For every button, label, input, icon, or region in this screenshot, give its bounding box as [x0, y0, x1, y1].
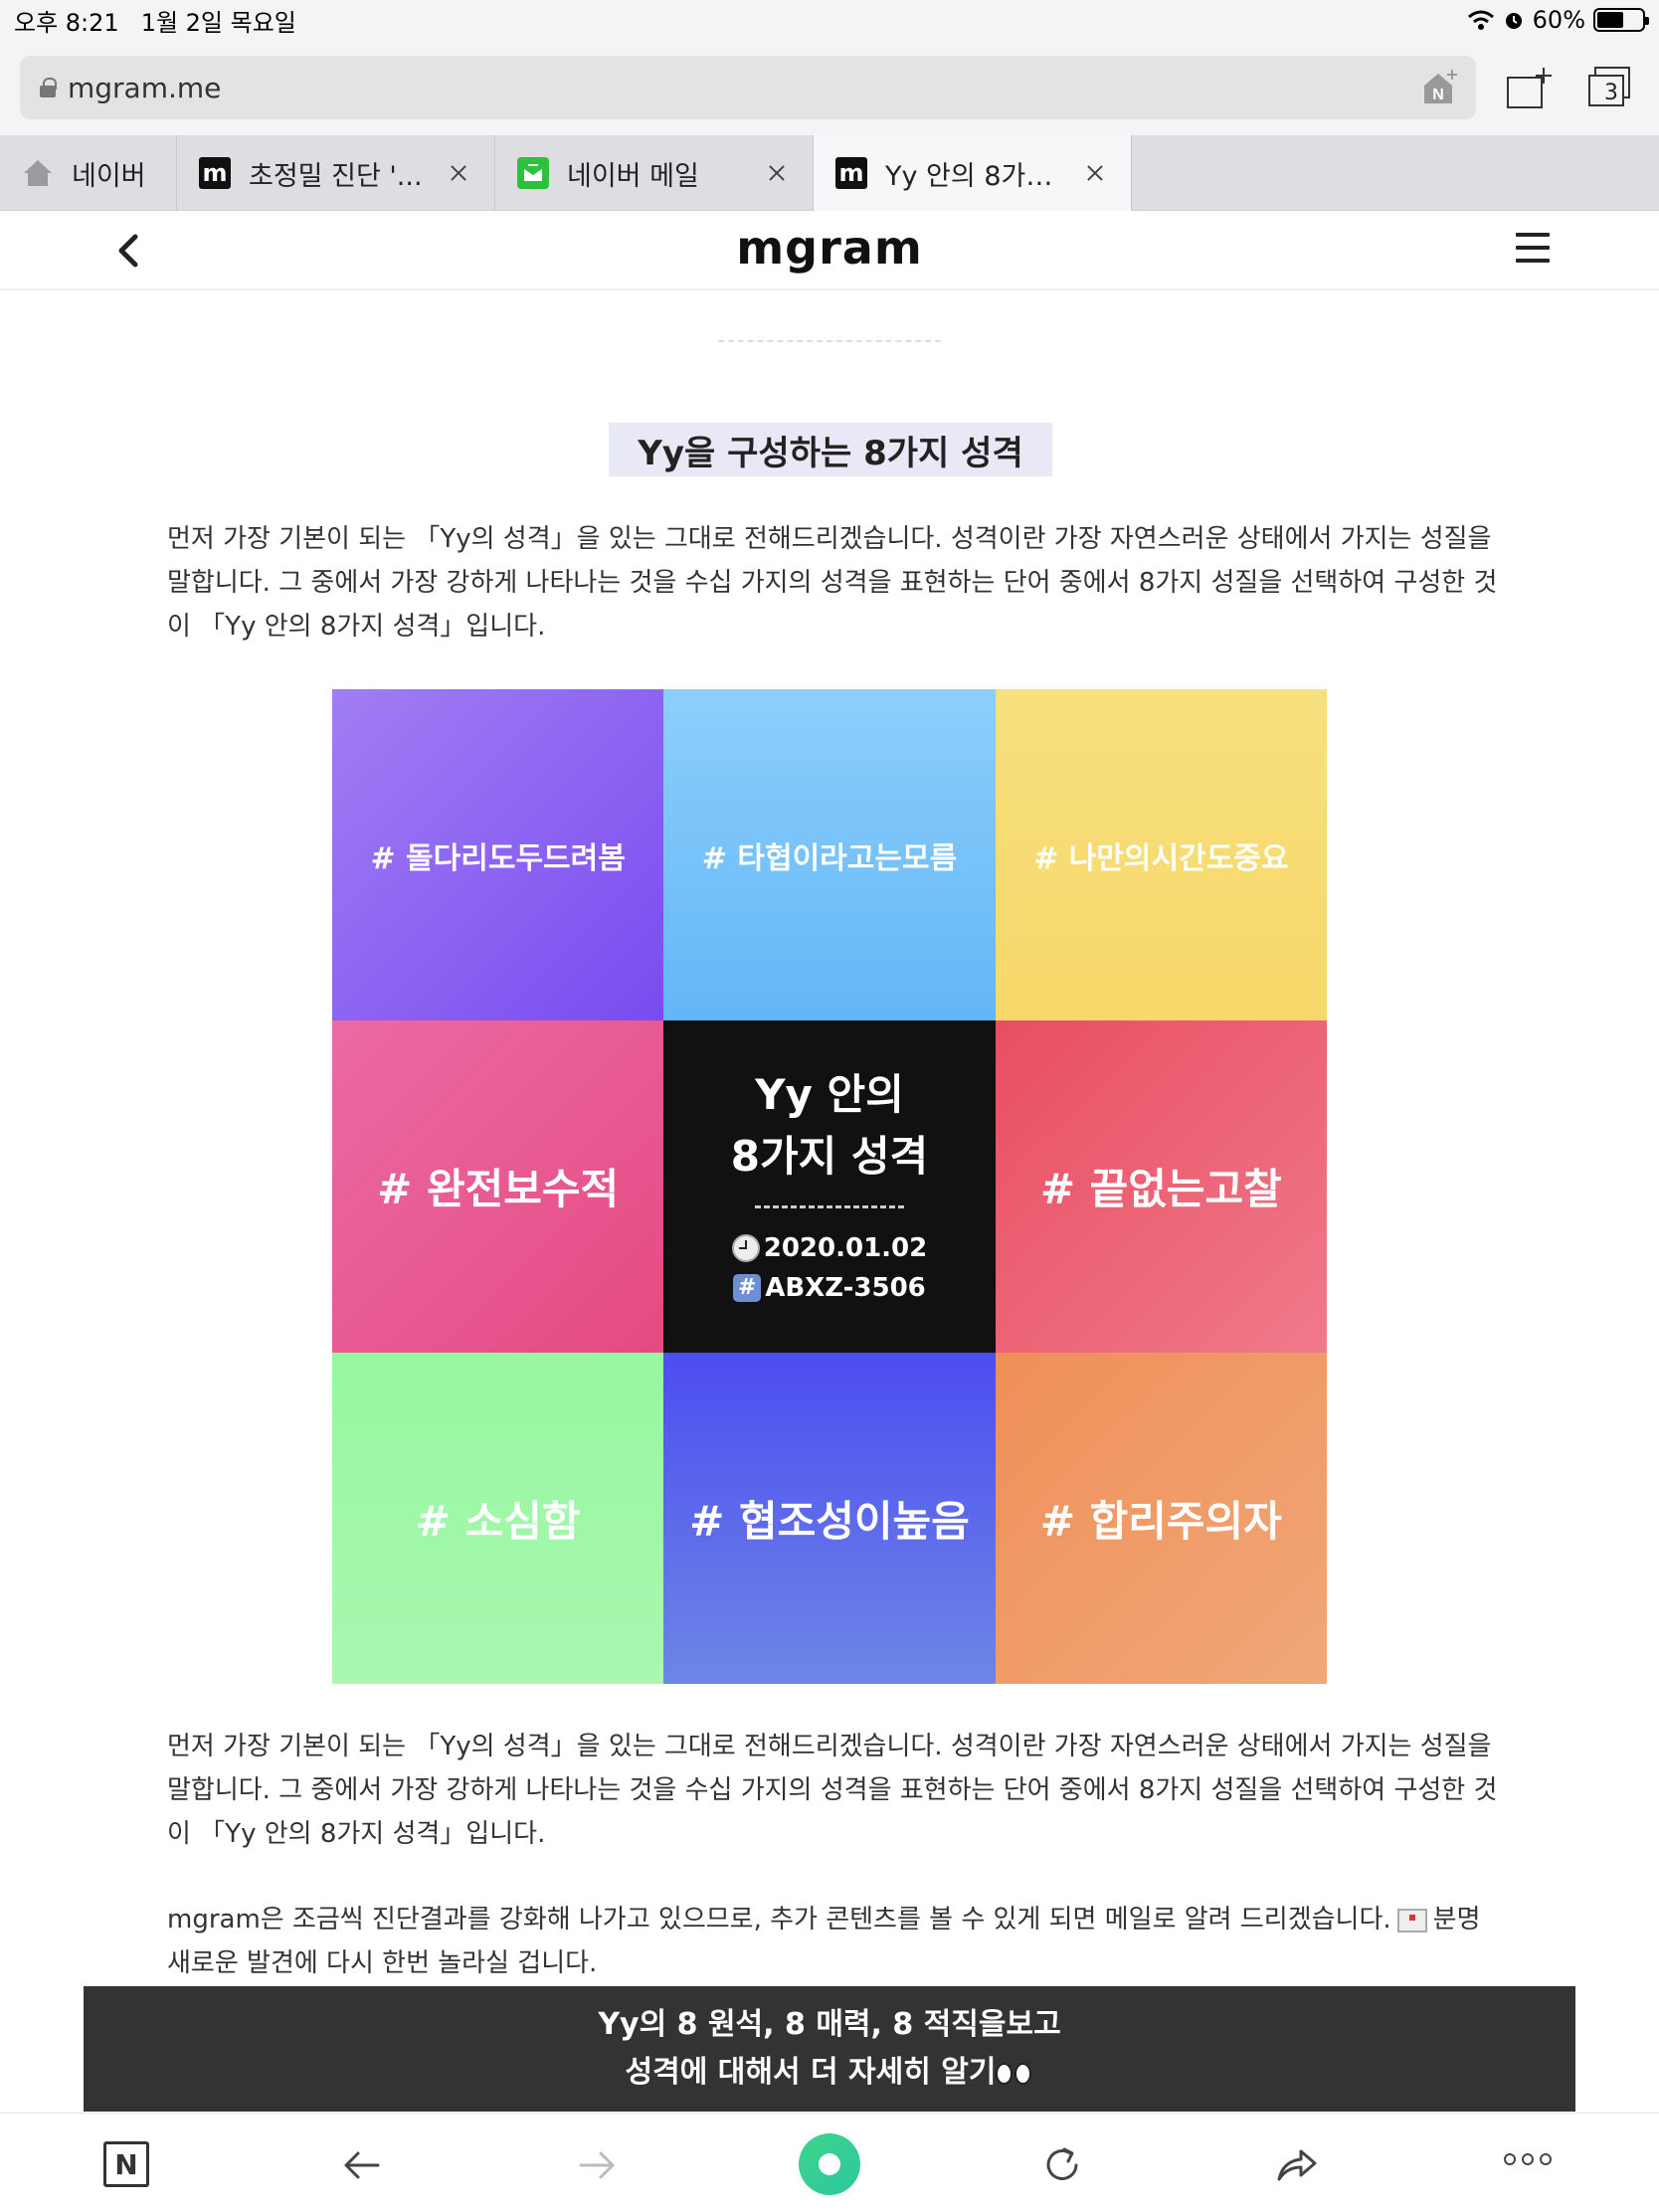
trait-cell: # 소심함	[332, 1352, 664, 1684]
trait-cell: # 끝없는고찰	[995, 1020, 1327, 1353]
section-title: Yy을 구성하는 8가지 성격	[609, 423, 1052, 476]
tab-label: 초정밀 진단 '...	[249, 160, 423, 192]
url-row: mgram.me N 3	[0, 40, 1659, 135]
tab-diagnosis[interactable]: m 초정밀 진단 '...	[177, 135, 495, 211]
status-bar: 오후 8:21 1월 2일 목요일 60%	[0, 0, 1659, 40]
close-icon[interactable]	[445, 159, 472, 187]
mail-icon	[517, 157, 549, 189]
center-divider	[754, 1205, 904, 1209]
cta-line1: Yy의 8 원석, 8 매력, 8 적직을보고	[598, 2007, 1061, 2042]
url-field[interactable]: mgram.me N	[20, 56, 1476, 119]
status-left: 오후 8:21 1월 2일 목요일	[14, 3, 296, 38]
trait-cell: # 돌다리도두드려봄	[332, 689, 664, 1021]
notice-paragraph: mgram은 조금씩 진단결과를 강화해 나가고 있으므로, 추가 콘텐츠를 볼…	[167, 1898, 1500, 1985]
more-icon[interactable]	[1504, 2153, 1552, 2165]
tab-bar: 네이버 m 초정밀 진단 '... 네이버 메일 m Yy 안의 8가…	[0, 135, 1659, 211]
green-dot-button[interactable]	[799, 2133, 860, 2195]
mgram-icon: m	[199, 157, 231, 189]
center-id-row: # ABXZ-3506	[733, 1268, 926, 1308]
tab-label: 네이버 메일	[567, 160, 699, 192]
center-title-line1: Yy 안의	[755, 1070, 904, 1120]
forward-arrow-icon[interactable]	[573, 2141, 621, 2189]
bottom-toolbar: N	[0, 2113, 1659, 2212]
center-id: ABXZ-3506	[765, 1273, 926, 1304]
trait-cell: # 협조성이높음	[663, 1352, 996, 1684]
trait-grid: # 돌다리도두드려봄 # 타협이라고는모름 # 나만의시간도중요 # 완전보수적…	[332, 689, 1327, 1684]
tab-current[interactable]: m Yy 안의 8가…	[814, 135, 1132, 211]
center-card: Yy 안의 8가지 성격 2020.01.02 # ABXZ-3506	[663, 1020, 996, 1353]
tab-naver[interactable]: 네이버	[0, 135, 177, 211]
cta-line2: 성격에 대해서 더 자세히 알기	[625, 2055, 997, 2090]
back-arrow-icon[interactable]	[338, 2141, 386, 2189]
eyes-icon	[996, 2062, 1033, 2085]
cta-line2-row: 성격에 대해서 더 자세히 알기	[626, 2049, 1034, 2097]
notice-text: mgram은 조금씩 진단결과를 강화해 나가고 있으므로, 추가 콘텐츠를 볼…	[167, 1905, 1391, 1935]
tab-naver-mail[interactable]: 네이버 메일	[495, 135, 814, 211]
intro-paragraph: 먼저 가장 기본이 되는 「Yy의 성격」을 있는 그대로 전해드리겠습니다. …	[167, 524, 1498, 642]
wifi-icon	[1467, 10, 1494, 30]
center-date: 2020.01.02	[763, 1233, 928, 1264]
site-header: mgram	[0, 211, 1659, 290]
lock-icon	[40, 78, 57, 97]
trait-cell: # 완전보수적	[332, 1020, 664, 1353]
trait-cell: # 나만의시간도중요	[995, 689, 1327, 1021]
trait-cell: # 합리주의자	[995, 1352, 1327, 1684]
envelope-icon	[1396, 1908, 1427, 1933]
tab-switcher-button[interactable]: 3	[1585, 66, 1633, 109]
status-right: 60%	[1467, 6, 1649, 34]
tab-count: 3	[1604, 81, 1618, 105]
tab-label: 네이버	[72, 160, 146, 192]
more-details-button[interactable]: Yy의 8 원석, 8 매력, 8 적직을보고 성격에 대해서 더 자세히 알기	[84, 1986, 1575, 2112]
url-text: mgram.me	[68, 71, 222, 104]
refresh-icon[interactable]	[1038, 2141, 1086, 2189]
share-icon[interactable]	[1273, 2141, 1321, 2189]
battery-fill	[1597, 12, 1624, 28]
battery-icon	[1593, 8, 1649, 32]
center-title-line2: 8가지 성격	[730, 1132, 929, 1182]
status-date: 1월 2일 목요일	[140, 8, 296, 37]
status-time: 오후 8:21	[14, 8, 119, 37]
svg-text:N: N	[1432, 87, 1444, 103]
close-icon[interactable]	[1081, 159, 1109, 187]
home-icon	[24, 160, 52, 186]
tab-label: Yy 안의 8가…	[885, 160, 1053, 192]
naver-home-button[interactable]: N	[103, 2141, 149, 2187]
divider	[718, 340, 941, 342]
menu-icon[interactable]	[1516, 233, 1550, 265]
mgram-icon: m	[835, 157, 867, 189]
center-date-row: 2020.01.02	[731, 1228, 928, 1268]
close-icon[interactable]	[763, 159, 791, 187]
alarm-icon	[1505, 13, 1522, 29]
trait-cell: # 타협이라고는모름	[663, 689, 996, 1021]
add-home-icon[interactable]: N	[1420, 68, 1460, 107]
clock-icon	[731, 1234, 760, 1263]
repeat-paragraph: 먼저 가장 기본이 되는 「Yy의 성격」을 있는 그대로 전해드리겠습니다. …	[167, 1732, 1498, 1849]
new-tab-icon[interactable]	[1506, 66, 1554, 109]
hash-icon: #	[733, 1274, 762, 1303]
battery-percent: 60%	[1532, 6, 1585, 34]
site-logo[interactable]: mgram	[0, 221, 1659, 275]
